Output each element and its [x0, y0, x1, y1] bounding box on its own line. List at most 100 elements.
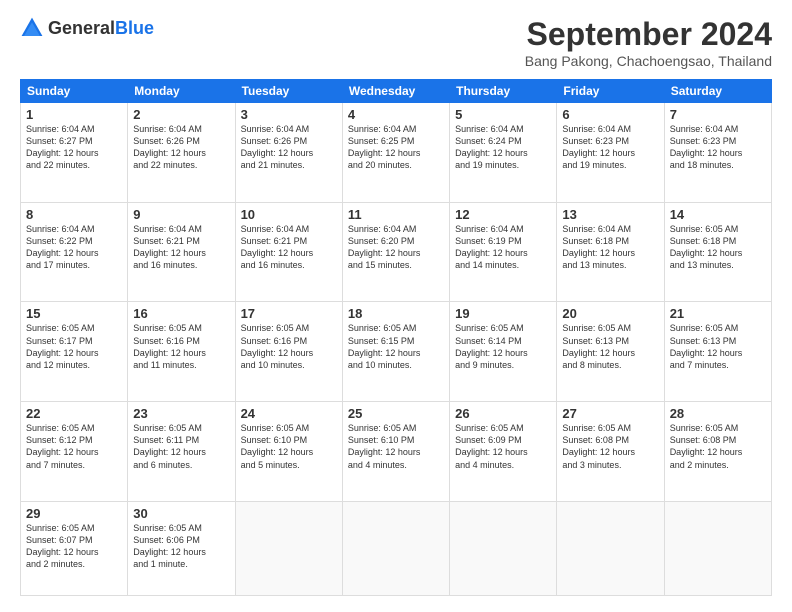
- day-info: Sunrise: 6:05 AM Sunset: 6:13 PM Dayligh…: [562, 322, 658, 371]
- table-row: 10Sunrise: 6:04 AM Sunset: 6:21 PM Dayli…: [235, 202, 342, 302]
- table-row: [450, 501, 557, 595]
- day-info: Sunrise: 6:04 AM Sunset: 6:26 PM Dayligh…: [241, 123, 337, 172]
- day-info: Sunrise: 6:05 AM Sunset: 6:09 PM Dayligh…: [455, 422, 551, 471]
- table-row: 11Sunrise: 6:04 AM Sunset: 6:20 PM Dayli…: [342, 202, 449, 302]
- day-number: 12: [455, 207, 551, 222]
- table-row: 20Sunrise: 6:05 AM Sunset: 6:13 PM Dayli…: [557, 302, 664, 402]
- table-row: 2Sunrise: 6:04 AM Sunset: 6:26 PM Daylig…: [128, 103, 235, 203]
- day-number: 29: [26, 506, 122, 521]
- header: GeneralBlue September 2024 Bang Pakong, …: [20, 16, 772, 69]
- table-row: 18Sunrise: 6:05 AM Sunset: 6:15 PM Dayli…: [342, 302, 449, 402]
- table-row: 12Sunrise: 6:04 AM Sunset: 6:19 PM Dayli…: [450, 202, 557, 302]
- table-row: 7Sunrise: 6:04 AM Sunset: 6:23 PM Daylig…: [664, 103, 771, 203]
- day-number: 28: [670, 406, 766, 421]
- table-row: 24Sunrise: 6:05 AM Sunset: 6:10 PM Dayli…: [235, 402, 342, 502]
- day-info: Sunrise: 6:05 AM Sunset: 6:10 PM Dayligh…: [241, 422, 337, 471]
- table-row: 13Sunrise: 6:04 AM Sunset: 6:18 PM Dayli…: [557, 202, 664, 302]
- table-row: [342, 501, 449, 595]
- logo-icon: [20, 16, 44, 40]
- day-info: Sunrise: 6:05 AM Sunset: 6:08 PM Dayligh…: [562, 422, 658, 471]
- col-saturday: Saturday: [664, 80, 771, 103]
- day-number: 9: [133, 207, 229, 222]
- day-info: Sunrise: 6:05 AM Sunset: 6:06 PM Dayligh…: [133, 522, 229, 571]
- day-info: Sunrise: 6:05 AM Sunset: 6:16 PM Dayligh…: [241, 322, 337, 371]
- day-info: Sunrise: 6:04 AM Sunset: 6:23 PM Dayligh…: [562, 123, 658, 172]
- day-number: 20: [562, 306, 658, 321]
- day-info: Sunrise: 6:04 AM Sunset: 6:27 PM Dayligh…: [26, 123, 122, 172]
- day-number: 22: [26, 406, 122, 421]
- col-wednesday: Wednesday: [342, 80, 449, 103]
- table-row: 9Sunrise: 6:04 AM Sunset: 6:21 PM Daylig…: [128, 202, 235, 302]
- day-number: 25: [348, 406, 444, 421]
- day-number: 4: [348, 107, 444, 122]
- day-number: 24: [241, 406, 337, 421]
- calendar-header-row: Sunday Monday Tuesday Wednesday Thursday…: [21, 80, 772, 103]
- day-info: Sunrise: 6:05 AM Sunset: 6:15 PM Dayligh…: [348, 322, 444, 371]
- table-row: 8Sunrise: 6:04 AM Sunset: 6:22 PM Daylig…: [21, 202, 128, 302]
- day-number: 11: [348, 207, 444, 222]
- calendar-table: Sunday Monday Tuesday Wednesday Thursday…: [20, 79, 772, 596]
- table-row: 19Sunrise: 6:05 AM Sunset: 6:14 PM Dayli…: [450, 302, 557, 402]
- table-row: 22Sunrise: 6:05 AM Sunset: 6:12 PM Dayli…: [21, 402, 128, 502]
- day-info: Sunrise: 6:04 AM Sunset: 6:26 PM Dayligh…: [133, 123, 229, 172]
- location: Bang Pakong, Chachoengsao, Thailand: [525, 53, 772, 69]
- day-info: Sunrise: 6:04 AM Sunset: 6:22 PM Dayligh…: [26, 223, 122, 272]
- col-sunday: Sunday: [21, 80, 128, 103]
- table-row: 28Sunrise: 6:05 AM Sunset: 6:08 PM Dayli…: [664, 402, 771, 502]
- day-number: 2: [133, 107, 229, 122]
- table-row: 3Sunrise: 6:04 AM Sunset: 6:26 PM Daylig…: [235, 103, 342, 203]
- logo: GeneralBlue: [20, 16, 154, 40]
- col-friday: Friday: [557, 80, 664, 103]
- day-info: Sunrise: 6:04 AM Sunset: 6:19 PM Dayligh…: [455, 223, 551, 272]
- table-row: 17Sunrise: 6:05 AM Sunset: 6:16 PM Dayli…: [235, 302, 342, 402]
- col-monday: Monday: [128, 80, 235, 103]
- day-info: Sunrise: 6:04 AM Sunset: 6:21 PM Dayligh…: [241, 223, 337, 272]
- day-number: 30: [133, 506, 229, 521]
- table-row: 21Sunrise: 6:05 AM Sunset: 6:13 PM Dayli…: [664, 302, 771, 402]
- day-number: 10: [241, 207, 337, 222]
- day-info: Sunrise: 6:05 AM Sunset: 6:17 PM Dayligh…: [26, 322, 122, 371]
- table-row: 5Sunrise: 6:04 AM Sunset: 6:24 PM Daylig…: [450, 103, 557, 203]
- day-number: 7: [670, 107, 766, 122]
- day-info: Sunrise: 6:05 AM Sunset: 6:08 PM Dayligh…: [670, 422, 766, 471]
- table-row: 26Sunrise: 6:05 AM Sunset: 6:09 PM Dayli…: [450, 402, 557, 502]
- calendar-week-4: 22Sunrise: 6:05 AM Sunset: 6:12 PM Dayli…: [21, 402, 772, 502]
- logo-general: General: [48, 18, 115, 38]
- table-row: 14Sunrise: 6:05 AM Sunset: 6:18 PM Dayli…: [664, 202, 771, 302]
- day-number: 21: [670, 306, 766, 321]
- month-year: September 2024: [525, 16, 772, 53]
- day-number: 16: [133, 306, 229, 321]
- day-info: Sunrise: 6:04 AM Sunset: 6:25 PM Dayligh…: [348, 123, 444, 172]
- day-number: 5: [455, 107, 551, 122]
- day-info: Sunrise: 6:05 AM Sunset: 6:12 PM Dayligh…: [26, 422, 122, 471]
- day-info: Sunrise: 6:05 AM Sunset: 6:14 PM Dayligh…: [455, 322, 551, 371]
- day-number: 27: [562, 406, 658, 421]
- calendar-week-5: 29Sunrise: 6:05 AM Sunset: 6:07 PM Dayli…: [21, 501, 772, 595]
- day-info: Sunrise: 6:04 AM Sunset: 6:23 PM Dayligh…: [670, 123, 766, 172]
- table-row: [664, 501, 771, 595]
- day-number: 18: [348, 306, 444, 321]
- day-number: 13: [562, 207, 658, 222]
- page: GeneralBlue September 2024 Bang Pakong, …: [0, 0, 792, 612]
- day-info: Sunrise: 6:04 AM Sunset: 6:18 PM Dayligh…: [562, 223, 658, 272]
- day-number: 8: [26, 207, 122, 222]
- day-info: Sunrise: 6:04 AM Sunset: 6:20 PM Dayligh…: [348, 223, 444, 272]
- table-row: [557, 501, 664, 595]
- day-number: 26: [455, 406, 551, 421]
- calendar-week-2: 8Sunrise: 6:04 AM Sunset: 6:22 PM Daylig…: [21, 202, 772, 302]
- col-thursday: Thursday: [450, 80, 557, 103]
- day-number: 1: [26, 107, 122, 122]
- day-number: 19: [455, 306, 551, 321]
- day-info: Sunrise: 6:05 AM Sunset: 6:13 PM Dayligh…: [670, 322, 766, 371]
- day-number: 15: [26, 306, 122, 321]
- day-number: 3: [241, 107, 337, 122]
- day-info: Sunrise: 6:05 AM Sunset: 6:10 PM Dayligh…: [348, 422, 444, 471]
- day-info: Sunrise: 6:04 AM Sunset: 6:21 PM Dayligh…: [133, 223, 229, 272]
- day-number: 17: [241, 306, 337, 321]
- col-tuesday: Tuesday: [235, 80, 342, 103]
- day-info: Sunrise: 6:05 AM Sunset: 6:16 PM Dayligh…: [133, 322, 229, 371]
- day-number: 14: [670, 207, 766, 222]
- day-info: Sunrise: 6:05 AM Sunset: 6:07 PM Dayligh…: [26, 522, 122, 571]
- table-row: 6Sunrise: 6:04 AM Sunset: 6:23 PM Daylig…: [557, 103, 664, 203]
- table-row: 25Sunrise: 6:05 AM Sunset: 6:10 PM Dayli…: [342, 402, 449, 502]
